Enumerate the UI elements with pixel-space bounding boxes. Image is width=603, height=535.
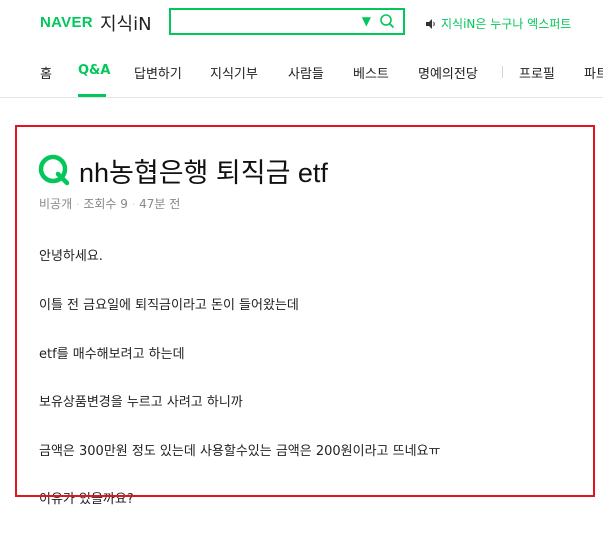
main-nav: 홈 Q&A 답변하기 지식기부 사람들 베스트 명예의전당 프로필 파트	[0, 46, 603, 98]
expert-link[interactable]: 지식iN은 누구나 엑스퍼트	[425, 15, 571, 32]
view-count: 조회수 9	[83, 197, 128, 211]
tab-donate[interactable]: 지식기부	[210, 63, 258, 82]
question-title: nh농협은행 퇴직금 etf	[79, 158, 328, 188]
expert-text: 지식iN은 누구나 엑스퍼트	[441, 17, 572, 31]
kin-logo[interactable]: 지식iN	[100, 10, 152, 36]
naver-logo[interactable]: NAVER	[40, 14, 93, 31]
question-body-line: 보유상품변경을 누르고 사려고 하니까	[39, 395, 243, 410]
tab-hall-of-fame[interactable]: 명예의전당	[418, 63, 478, 82]
nav-divider	[502, 66, 503, 78]
question-body-line: etf를 매수해보려고 하는데	[39, 347, 185, 362]
tab-people[interactable]: 사람들	[288, 63, 324, 82]
post-time: 47분 전	[139, 197, 181, 211]
question-body-line: 안녕하세요.	[39, 249, 103, 264]
tab-best[interactable]: 베스트	[353, 63, 389, 82]
search-icon[interactable]	[379, 13, 395, 29]
chevron-down-icon[interactable]: ▼	[362, 14, 371, 28]
question-body-line: 이유가 있을까요?	[39, 492, 134, 507]
question-meta: 비공개 · 조회수 9 · 47분 전	[39, 197, 181, 211]
tab-answer[interactable]: 답변하기	[134, 63, 182, 82]
tab-partner[interactable]: 파트	[584, 63, 603, 82]
search-input[interactable]: ▼	[169, 8, 405, 35]
question-q-icon	[38, 154, 70, 186]
author-label: 비공개	[39, 197, 73, 211]
top-header: NAVER 지식iN ▼ 지식iN은 누구나 엑스퍼트	[0, 0, 603, 46]
tab-profile[interactable]: 프로필	[519, 63, 555, 82]
tab-home[interactable]: 홈	[40, 63, 52, 82]
question-body-line: 금액은 300만원 정도 있는데 사용할수있는 금액은 200원이라고 뜨네요ㅠ	[39, 444, 441, 459]
tab-qna[interactable]: Q&A	[78, 63, 110, 78]
question-body-line: 이틀 전 금요일에 퇴직금이라고 돈이 들어왔는데	[39, 298, 299, 313]
active-tab-indicator	[78, 94, 106, 97]
speaker-icon	[426, 18, 435, 29]
